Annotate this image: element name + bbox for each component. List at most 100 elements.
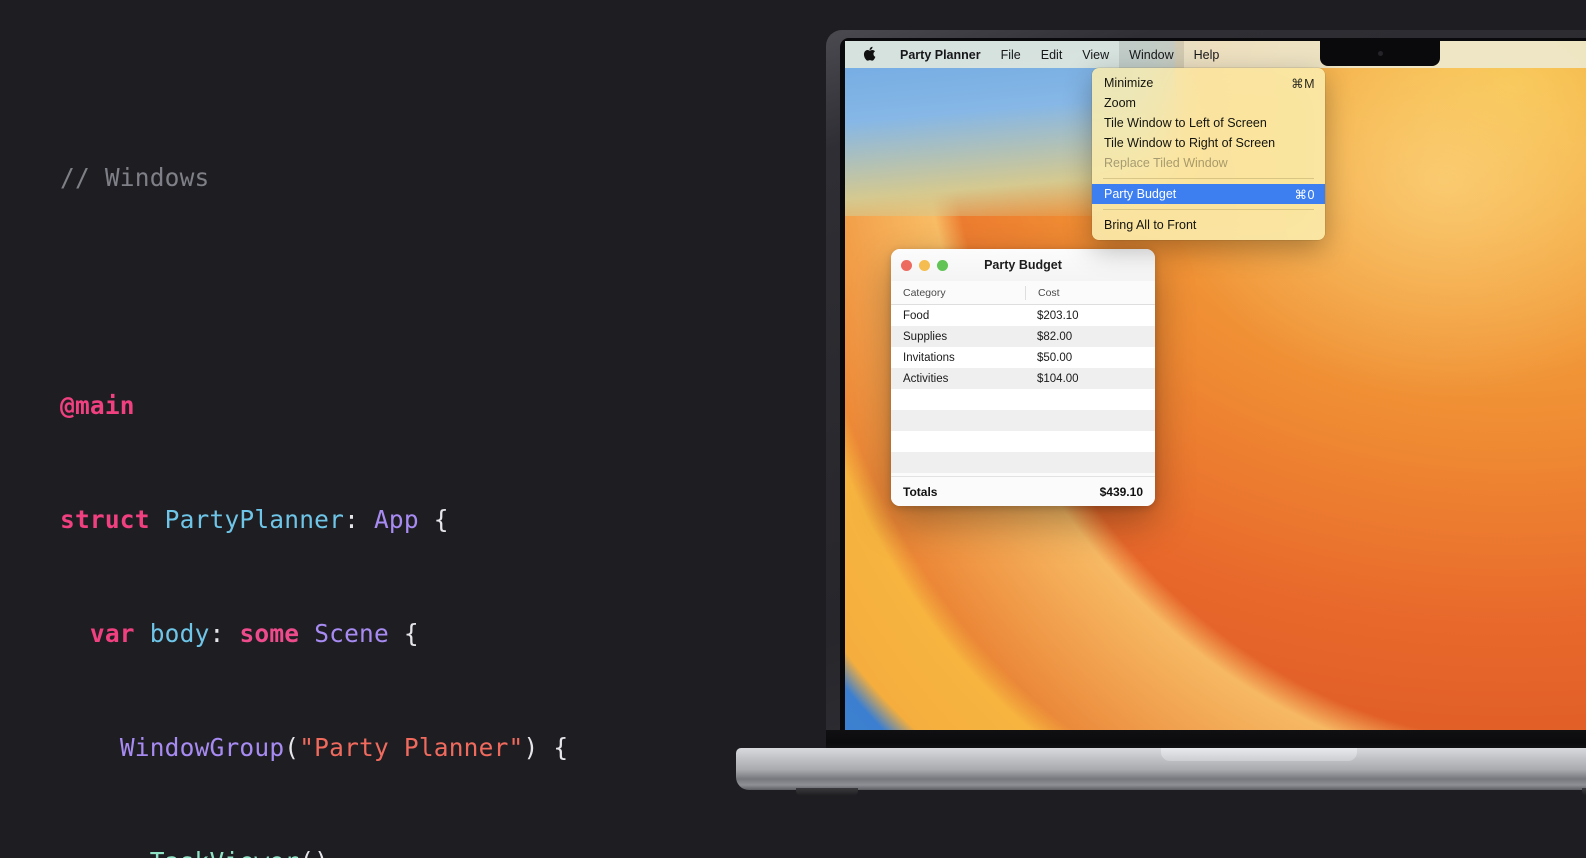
comment-token: // Windows <box>60 163 210 192</box>
cell-cost: $82.00 <box>1037 330 1073 343</box>
laptop-screen: Party Planner File Edit View Window Help… <box>845 41 1586 748</box>
menubar-item-help[interactable]: Help <box>1184 45 1230 65</box>
keyword-var-token: var <box>89 619 135 648</box>
brace-open-1: { <box>418 505 449 534</box>
indent-2 <box>60 733 120 762</box>
type-app-token: App <box>373 505 419 534</box>
indent-1 <box>60 619 90 648</box>
menubar-item-edit[interactable]: Edit <box>1031 45 1073 65</box>
type-scene-token: Scene <box>314 619 389 648</box>
budget-table-header: Category Cost <box>891 281 1155 305</box>
menu-item-tile-right[interactable]: Tile Window to Right of Screen <box>1092 133 1325 153</box>
brace-open-2: { <box>388 619 419 648</box>
func-windowgroup-token: WindowGroup <box>119 733 285 762</box>
traffic-lights <box>901 259 948 271</box>
maximize-button-icon[interactable] <box>937 259 948 271</box>
string-party-planner-token: "Party Planner" <box>299 733 524 762</box>
table-empty-row <box>891 389 1155 410</box>
menu-item-replace-tiled-window-label: Replace Tiled Window <box>1104 156 1228 170</box>
cell-category: Invitations <box>903 351 955 364</box>
code-line-windowgroup: WindowGroup("Party Planner") { <box>50 729 810 767</box>
paren-close-1: ) { <box>523 733 569 762</box>
menubar-item-view[interactable]: View <box>1072 45 1119 65</box>
paren-1: ( <box>284 733 300 762</box>
party-budget-window[interactable]: Party Budget Category Cost Food $203.10 <box>891 249 1155 506</box>
table-row[interactable]: Food $203.10 <box>891 305 1155 326</box>
menu-item-bring-all-to-front[interactable]: Bring All to Front <box>1092 215 1325 235</box>
macbook-mockup: Party Planner File Edit View Window Help… <box>736 30 1586 830</box>
budget-table-footer: Totals $439.10 <box>891 476 1155 506</box>
menu-item-party-budget-label: Party Budget <box>1104 187 1177 201</box>
totals-value: $439.10 <box>1099 484 1143 499</box>
swift-code-listing: // Windows @main struct PartyPlanner: Ap… <box>50 45 810 858</box>
laptop-foot-left <box>796 788 858 796</box>
table-empty-row <box>891 452 1155 473</box>
macos-menubar: Party Planner File Edit View Window Help <box>845 41 1586 68</box>
window-menu-dropdown: Minimize ⌘M Zoom Tile Window to Left of … <box>1092 68 1325 240</box>
menubar-item-window[interactable]: Window <box>1119 41 1184 68</box>
menu-item-tile-right-label: Tile Window to Right of Screen <box>1104 136 1276 150</box>
func-taskviewer-token: TaskViewer <box>150 847 300 858</box>
laptop-base-notch <box>1161 748 1357 761</box>
keyword-struct-token: struct <box>60 505 150 534</box>
table-empty-row <box>891 410 1155 431</box>
keyword-some-token: some <box>239 619 300 648</box>
cell-cost: $203.10 <box>1037 309 1079 322</box>
laptop-lid: Party Planner File Edit View Window Help… <box>826 30 1586 752</box>
cell-category: Activities <box>903 372 949 385</box>
menu-item-replace-tiled-window: Replace Tiled Window <box>1092 153 1325 173</box>
code-line-var-body: var body: some Scene { <box>50 615 810 653</box>
colon-1: : <box>344 505 374 534</box>
camera-icon <box>1378 51 1383 56</box>
menubar-item-file[interactable]: File <box>991 45 1031 65</box>
table-row[interactable]: Activities $104.00 <box>891 368 1155 389</box>
type-partyplanner-token: PartyPlanner <box>164 505 345 534</box>
paren-2: () <box>299 847 329 858</box>
menu-item-bring-all-to-front-label: Bring All to Front <box>1104 218 1197 232</box>
indent-3 <box>60 847 150 858</box>
menu-separator-1 <box>1103 178 1314 179</box>
menu-item-party-budget-shortcut: ⌘0 <box>1294 187 1315 202</box>
ident-body-token: body <box>149 619 210 648</box>
menubar-item-party-planner[interactable]: Party Planner <box>890 45 991 65</box>
laptop-bezel: Party Planner File Edit View Window Help… <box>840 38 1586 750</box>
screenshot-root: // Windows @main struct PartyPlanner: Ap… <box>0 0 1586 858</box>
laptop-base <box>736 748 1586 796</box>
menu-item-zoom[interactable]: Zoom <box>1092 93 1325 113</box>
table-row[interactable]: Invitations $50.00 <box>891 347 1155 368</box>
cell-cost: $50.00 <box>1037 351 1073 364</box>
table-row[interactable]: Supplies $82.00 <box>891 326 1155 347</box>
close-button-icon[interactable] <box>901 259 912 271</box>
apple-logo-icon[interactable] <box>845 46 890 64</box>
space-2 <box>135 619 150 648</box>
colon-2: : <box>209 619 240 648</box>
menu-item-party-budget[interactable]: Party Budget ⌘0 <box>1092 184 1325 204</box>
menu-item-minimize-label: Minimize <box>1104 76 1154 90</box>
column-header-category[interactable]: Category <box>891 287 1025 299</box>
cell-category: Supplies <box>903 330 948 343</box>
attribute-main-token: @main <box>60 391 135 420</box>
code-line-main-attribute: @main <box>50 387 810 425</box>
cell-category: Food <box>903 309 930 322</box>
code-pane: // Windows @main struct PartyPlanner: Ap… <box>0 0 840 858</box>
column-header-cost[interactable]: Cost <box>1025 285 1155 300</box>
menu-item-tile-left-label: Tile Window to Left of Screen <box>1104 116 1267 130</box>
party-budget-titlebar[interactable]: Party Budget <box>891 249 1155 281</box>
menu-item-minimize[interactable]: Minimize ⌘M <box>1092 73 1325 93</box>
budget-table-body: Food $203.10 Supplies $82.00 Invitations… <box>891 305 1155 473</box>
code-line-comment: // Windows <box>50 159 810 197</box>
code-line-struct: struct PartyPlanner: App { <box>50 501 810 539</box>
cell-cost: $104.00 <box>1037 372 1079 385</box>
code-line-blank-1 <box>50 273 810 311</box>
menu-separator-2 <box>1103 209 1314 210</box>
menu-item-zoom-label: Zoom <box>1104 96 1136 110</box>
menu-item-tile-left[interactable]: Tile Window to Left of Screen <box>1092 113 1325 133</box>
menu-item-minimize-shortcut: ⌘M <box>1291 76 1315 91</box>
macbook-notch <box>1320 41 1440 66</box>
table-empty-row <box>891 431 1155 452</box>
minimize-button-icon[interactable] <box>919 259 930 271</box>
laptop-foot-right <box>1582 788 1586 796</box>
space-3 <box>299 619 314 648</box>
code-line-taskviewer: TaskViewer() <box>50 843 810 858</box>
